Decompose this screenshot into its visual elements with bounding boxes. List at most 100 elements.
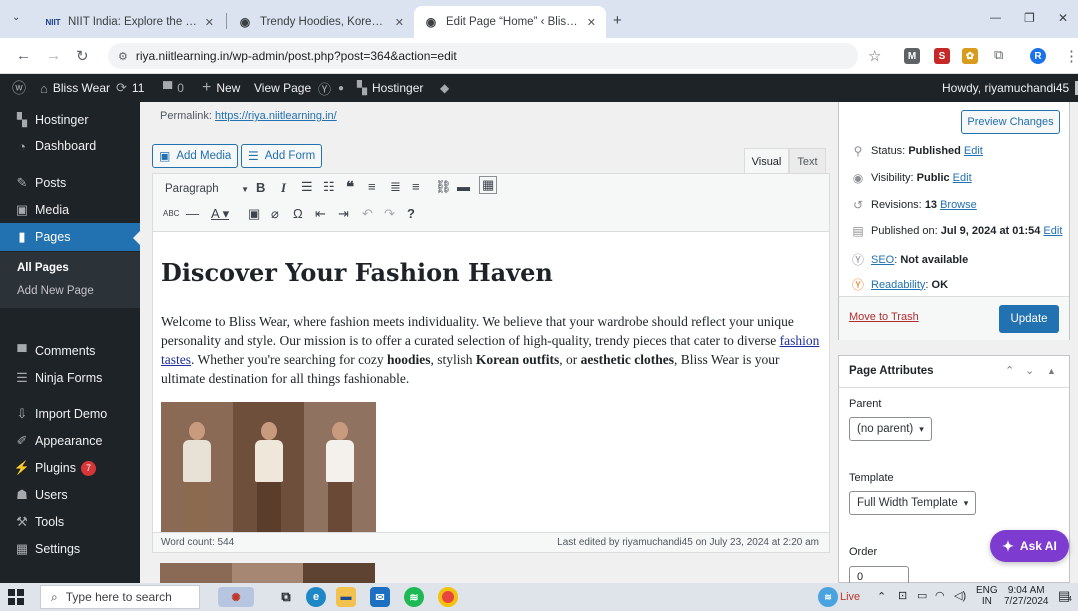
language-indicator[interactable]: ENG IN — [976, 585, 998, 607]
network-icon[interactable]: ⊡ — [898, 589, 907, 602]
fashion-photo[interactable] — [161, 402, 377, 532]
view-page-link[interactable]: View Page — [254, 74, 311, 102]
howdy-user[interactable]: Howdy, riyamuchandi45 — [942, 74, 1078, 102]
sidebar-item-ninja-forms[interactable]: ☰ Ninja Forms — [0, 364, 140, 392]
file-explorer-icon[interactable]: ▬ — [336, 587, 356, 607]
tab-close-icon[interactable]: ✕ — [587, 16, 596, 29]
site-info-icon[interactable]: ⚙ — [118, 50, 128, 63]
updates-link[interactable]: ⟳ 11 — [116, 74, 144, 102]
taskbar-search[interactable]: ⌕ Type here to search — [40, 585, 200, 609]
indent-icon[interactable]: ⇥ — [338, 206, 349, 222]
add-media-button[interactable]: ▣ Add Media — [152, 144, 239, 168]
sidebar-item-appearance[interactable]: ✐ Appearance — [0, 427, 140, 455]
extension-s-icon[interactable]: S — [934, 48, 950, 64]
numbered-list-icon[interactable]: ☷ — [323, 179, 335, 195]
tab-close-icon[interactable]: ✕ — [395, 16, 404, 29]
paste-text-icon[interactable]: ▣ — [248, 206, 260, 222]
submenu-all-pages[interactable]: All Pages — [17, 262, 69, 274]
align-right-icon[interactable]: ≡ — [412, 179, 420, 194]
address-bar[interactable]: ⚙ riya.niitlearning.in/wp-admin/post.php… — [108, 43, 858, 69]
blockquote-icon[interactable]: ❝ — [346, 178, 354, 196]
move-down-icon[interactable]: ⌄ — [1025, 364, 1034, 377]
help-icon[interactable]: ? — [407, 206, 415, 221]
live-label[interactable]: Live — [840, 591, 860, 603]
edge-browser-icon[interactable]: e — [306, 587, 326, 607]
redo-icon[interactable]: ↷ — [384, 206, 395, 222]
clear-format-icon[interactable]: ⌀ — [271, 206, 279, 222]
tab-close-icon[interactable]: ✕ — [205, 16, 214, 29]
add-form-button[interactable]: ☰ Add Form — [241, 144, 323, 168]
browser-tab-trendy[interactable]: ◉ Trendy Hoodies, Korean Outfits ✕ — [228, 6, 414, 38]
tab-text[interactable]: Text — [789, 148, 826, 174]
new-content-link[interactable]: + New — [202, 74, 240, 102]
windows-start-icon[interactable] — [8, 589, 24, 605]
move-up-icon[interactable]: ⌃ — [1005, 364, 1014, 377]
reload-icon[interactable]: ↻ — [76, 47, 89, 65]
wifi-icon[interactable]: ◠ — [935, 589, 945, 602]
battery-icon[interactable]: ▭ — [917, 589, 927, 602]
sidebar-item-settings[interactable]: ▦ Settings — [0, 535, 140, 563]
sidebar-item-tools[interactable]: ⚒ Tools — [0, 508, 140, 536]
revisions-browse-link[interactable]: Browse — [940, 199, 977, 211]
toolbar-toggle-icon[interactable]: ▦ — [479, 176, 498, 194]
readability-link[interactable]: Readability — [871, 279, 925, 291]
bold-icon[interactable]: B — [256, 180, 265, 195]
collapse-toggle-icon[interactable]: ▲ — [1047, 366, 1056, 376]
sidebar-item-comments[interactable]: ▀ Comments — [0, 337, 140, 365]
format-select[interactable]: Paragraph ▼ — [159, 179, 249, 199]
spotify-icon[interactable]: ≋ — [404, 587, 424, 607]
browser-menu-icon[interactable]: ⋮ — [1064, 47, 1078, 65]
fashion-photo-2[interactable] — [160, 563, 376, 583]
undo-icon[interactable]: ↶ — [362, 206, 373, 222]
extension-gear-icon[interactable]: ✿ — [962, 48, 978, 64]
ask-ai-button[interactable]: ✦ Ask AI — [990, 530, 1069, 562]
preview-changes-button[interactable]: Preview Changes — [961, 110, 1060, 134]
sidebar-item-dashboard[interactable]: ◔ Dashboard — [0, 132, 140, 160]
window-minimize-button[interactable]: — — [990, 12, 1001, 24]
sidebar-item-media[interactable]: ▣ Media — [0, 196, 140, 224]
strikethrough-icon[interactable]: ABC — [163, 209, 179, 218]
weather-widget-icon[interactable]: ✺ — [218, 587, 254, 607]
status-edit-link[interactable]: Edit — [964, 145, 983, 157]
move-to-trash-link[interactable]: Move to Trash — [849, 311, 919, 323]
italic-icon[interactable]: I — [281, 180, 286, 196]
sidebar-item-users[interactable]: ☗ Users — [0, 481, 140, 509]
template-select[interactable]: Full Width Template ▾ — [849, 491, 977, 515]
submenu-add-new-page[interactable]: Add New Page — [17, 285, 94, 297]
sidebar-item-hostinger[interactable]: ▚ Hostinger — [0, 106, 140, 134]
volume-icon[interactable]: ◁) — [954, 589, 966, 602]
forward-icon[interactable]: → — [46, 47, 61, 64]
bullet-list-icon[interactable]: ☰ — [301, 179, 313, 195]
update-button[interactable]: Update — [999, 305, 1059, 333]
hostinger-link[interactable]: ▚ Hostinger — [357, 74, 423, 102]
extension-m-icon[interactable]: M — [904, 48, 920, 64]
comments-link[interactable]: ▀ 0 — [163, 74, 184, 102]
clock[interactable]: 9:04 AM 7/27/2024 — [1004, 585, 1049, 607]
window-close-button[interactable]: ✕ — [1058, 11, 1068, 25]
sidebar-item-posts[interactable]: ✎ Posts — [0, 169, 140, 197]
outdent-icon[interactable]: ⇤ — [315, 206, 326, 222]
bookmark-star-icon[interactable]: ☆ — [868, 47, 881, 65]
text-color-icon[interactable]: A ▾ — [211, 206, 229, 222]
diamond-icon[interactable]: ◆ — [440, 74, 449, 102]
visibility-edit-link[interactable]: Edit — [953, 172, 972, 184]
align-center-icon[interactable]: ≣ — [390, 179, 401, 195]
read-more-icon[interactable]: ▬ — [457, 179, 470, 194]
editor-content[interactable]: Discover Your Fashion Haven Welcome to B… — [153, 232, 829, 532]
news-weather-icon[interactable]: ≋ — [818, 587, 838, 607]
site-name-link[interactable]: ⌂ Bliss Wear — [40, 74, 110, 102]
mail-icon[interactable]: ✉ — [370, 587, 390, 607]
permalink-url[interactable]: https://riya.niitlearning.in/ — [215, 110, 337, 122]
parent-select[interactable]: (no parent) ▾ — [849, 417, 932, 441]
window-maximize-button[interactable]: ❐ — [1024, 11, 1035, 25]
align-left-icon[interactable]: ≡ — [368, 179, 376, 194]
back-icon[interactable]: ← — [16, 47, 31, 64]
task-view-icon[interactable]: ⧉ — [276, 587, 296, 607]
sidebar-item-plugins[interactable]: ⚡ Plugins 7 — [0, 454, 140, 482]
new-tab-button[interactable]: + — [613, 12, 622, 29]
profile-avatar[interactable]: R — [1030, 48, 1046, 64]
yoast-icon[interactable]: Ⓨ — [318, 74, 331, 102]
tab-visual[interactable]: Visual — [744, 148, 789, 174]
extensions-puzzle-icon[interactable]: ⧉ — [994, 47, 1003, 63]
chrome-icon[interactable] — [438, 587, 458, 607]
